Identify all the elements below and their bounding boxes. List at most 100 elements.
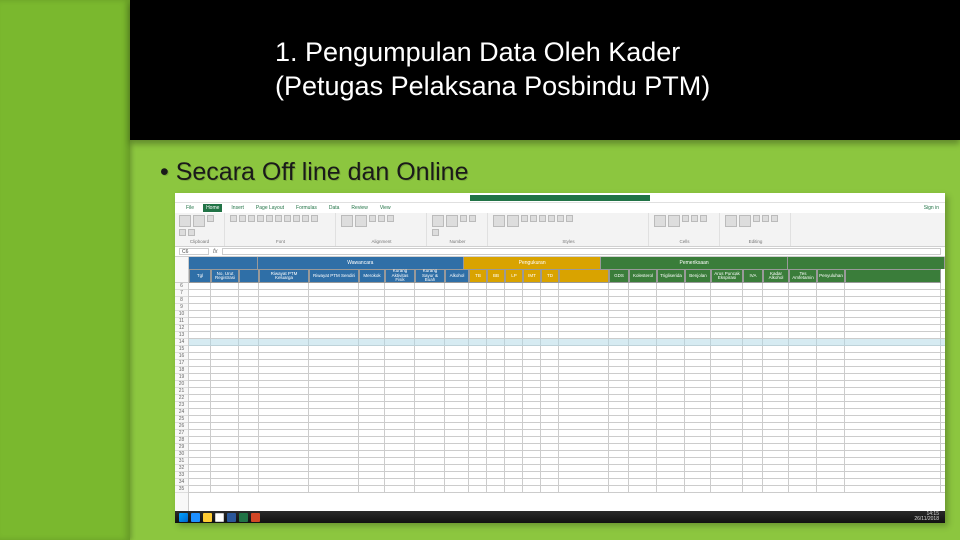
cell[interactable] xyxy=(789,381,817,387)
column-header[interactable] xyxy=(239,269,259,283)
cell[interactable] xyxy=(359,353,385,359)
cell[interactable] xyxy=(189,486,211,492)
cell[interactable] xyxy=(743,374,763,380)
table-row[interactable] xyxy=(189,465,945,472)
cell[interactable] xyxy=(763,325,789,331)
cell[interactable] xyxy=(629,311,657,317)
cell[interactable] xyxy=(789,472,817,478)
cell[interactable] xyxy=(239,465,259,471)
table-row[interactable] xyxy=(189,458,945,465)
cell[interactable] xyxy=(487,423,505,429)
cell[interactable] xyxy=(505,290,523,296)
cell[interactable] xyxy=(259,304,309,310)
cell[interactable] xyxy=(743,353,763,359)
cell[interactable] xyxy=(445,444,469,450)
cell[interactable] xyxy=(359,360,385,366)
cell[interactable] xyxy=(763,430,789,436)
cell[interactable] xyxy=(523,374,541,380)
cell[interactable] xyxy=(309,402,359,408)
cell[interactable] xyxy=(559,472,609,478)
cell[interactable] xyxy=(469,437,487,443)
cell[interactable] xyxy=(711,304,743,310)
cell[interactable] xyxy=(657,332,685,338)
cell[interactable] xyxy=(609,437,629,443)
row-header[interactable]: 28 xyxy=(175,437,188,444)
cell[interactable] xyxy=(817,283,845,289)
cell[interactable] xyxy=(629,325,657,331)
cell[interactable] xyxy=(385,360,415,366)
cell[interactable] xyxy=(239,283,259,289)
cell[interactable] xyxy=(385,374,415,380)
cell[interactable] xyxy=(487,353,505,359)
cell[interactable] xyxy=(559,395,609,401)
cell[interactable] xyxy=(609,465,629,471)
cell[interactable] xyxy=(309,472,359,478)
cell[interactable] xyxy=(817,451,845,457)
cell[interactable] xyxy=(189,367,211,373)
cell[interactable] xyxy=(541,423,559,429)
ribbon-tab-review[interactable]: Review xyxy=(348,204,370,212)
cell[interactable] xyxy=(487,360,505,366)
cell[interactable] xyxy=(385,423,415,429)
cell[interactable] xyxy=(469,311,487,317)
cell[interactable] xyxy=(685,458,711,464)
cell[interactable] xyxy=(385,325,415,331)
table-row[interactable] xyxy=(189,367,945,374)
column-header[interactable]: Kurang Sayur & Buah xyxy=(415,269,445,283)
cell[interactable] xyxy=(239,416,259,422)
cell[interactable] xyxy=(359,297,385,303)
cell[interactable] xyxy=(259,416,309,422)
cell[interactable] xyxy=(505,367,523,373)
cell[interactable] xyxy=(189,346,211,352)
cell[interactable] xyxy=(629,444,657,450)
cell[interactable] xyxy=(763,353,789,359)
formula-bar[interactable] xyxy=(222,248,941,255)
cell[interactable] xyxy=(711,430,743,436)
cell[interactable] xyxy=(789,318,817,324)
row-header[interactable]: 33 xyxy=(175,472,188,479)
cell[interactable] xyxy=(685,325,711,331)
cell[interactable] xyxy=(309,311,359,317)
cell[interactable] xyxy=(685,367,711,373)
cell[interactable] xyxy=(743,290,763,296)
cell[interactable] xyxy=(415,409,445,415)
cell[interactable] xyxy=(657,297,685,303)
column-header[interactable]: LP xyxy=(505,269,523,283)
cell[interactable] xyxy=(523,304,541,310)
cell[interactable] xyxy=(505,465,523,471)
ribbon-button[interactable] xyxy=(230,215,237,222)
data-rows[interactable] xyxy=(189,283,945,493)
cell[interactable] xyxy=(817,409,845,415)
cell[interactable] xyxy=(239,360,259,366)
cell[interactable] xyxy=(609,395,629,401)
cell[interactable] xyxy=(415,311,445,317)
cell[interactable] xyxy=(415,437,445,443)
cell[interactable] xyxy=(559,353,609,359)
grid[interactable]: WawancaraPengukuranPemeriksaan TglNo. Ur… xyxy=(189,257,945,511)
cell[interactable] xyxy=(789,367,817,373)
cell[interactable] xyxy=(789,444,817,450)
cell[interactable] xyxy=(657,479,685,485)
table-row[interactable] xyxy=(189,409,945,416)
cell[interactable] xyxy=(817,388,845,394)
cell[interactable] xyxy=(711,437,743,443)
cell[interactable] xyxy=(845,479,941,485)
cell[interactable] xyxy=(505,318,523,324)
cell[interactable] xyxy=(711,290,743,296)
cell[interactable] xyxy=(763,486,789,492)
cell[interactable] xyxy=(609,297,629,303)
cell[interactable] xyxy=(445,409,469,415)
cell[interactable] xyxy=(359,416,385,422)
column-header[interactable]: TD xyxy=(541,269,559,283)
cell[interactable] xyxy=(239,423,259,429)
cell[interactable] xyxy=(487,311,505,317)
cell[interactable] xyxy=(541,430,559,436)
cell[interactable] xyxy=(685,374,711,380)
cell[interactable] xyxy=(189,332,211,338)
cell[interactable] xyxy=(629,346,657,352)
cell[interactable] xyxy=(743,360,763,366)
ribbon-button[interactable] xyxy=(762,215,769,222)
cell[interactable] xyxy=(559,332,609,338)
cell[interactable] xyxy=(469,353,487,359)
cell[interactable] xyxy=(657,367,685,373)
